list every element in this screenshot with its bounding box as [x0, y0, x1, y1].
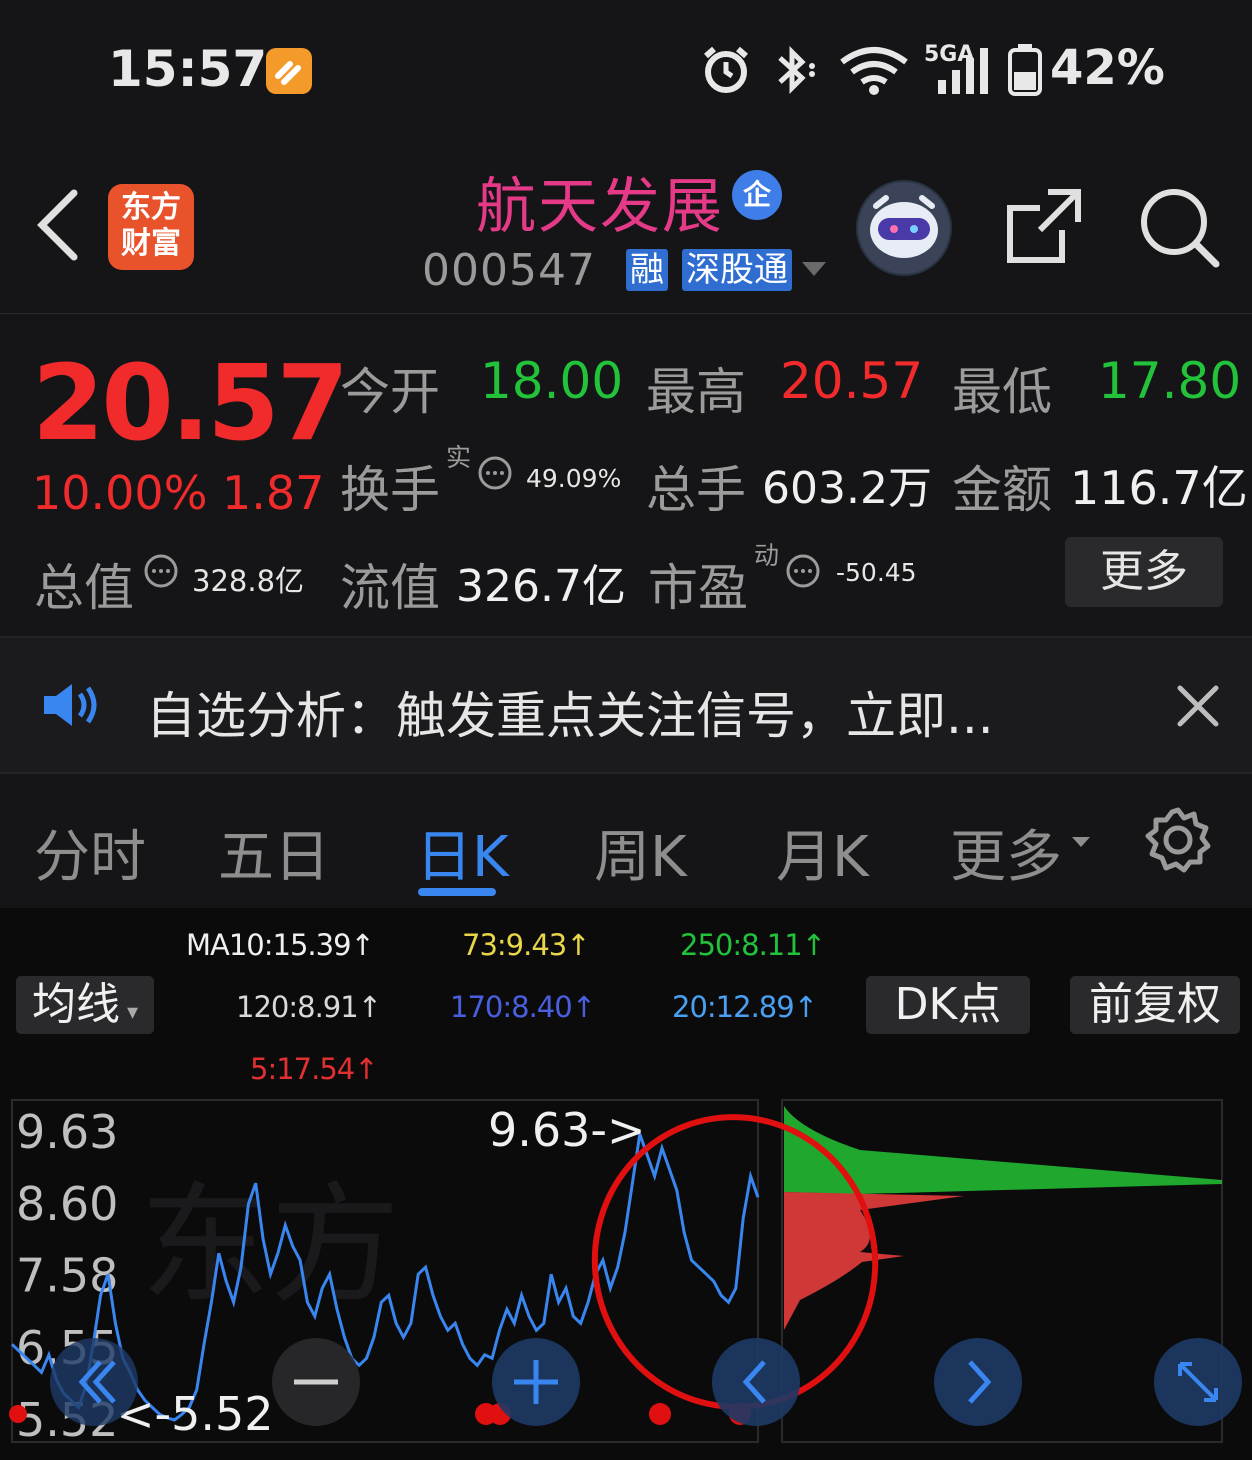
turnover-label: 换手: [340, 461, 440, 519]
share-icon[interactable]: [1004, 186, 1084, 266]
y-tick-label: 9.63: [16, 1105, 118, 1159]
bluetooth-icon: [772, 44, 820, 100]
gear-icon[interactable]: [1144, 806, 1212, 874]
max-annotation: 9.63->: [488, 1103, 646, 1157]
info-icon[interactable]: [478, 456, 512, 490]
scroll-right-button[interactable]: [934, 1338, 1022, 1426]
tab-five-day[interactable]: 五日: [218, 812, 330, 893]
y-tick-label: 8.60: [16, 1177, 118, 1231]
app-logo-line-2: 财富: [121, 226, 181, 261]
chevron-down-icon[interactable]: [800, 260, 828, 278]
change-amount: 1.87: [222, 466, 325, 520]
scroll-left-fast-button[interactable]: [50, 1338, 138, 1426]
app-logo[interactable]: 东方 财富: [108, 184, 194, 270]
dk-point-button[interactable]: DK点: [866, 976, 1030, 1034]
market-cap-value: 328.8亿: [192, 564, 305, 598]
tab-more[interactable]: 更多: [950, 812, 1062, 893]
event-marker: [9, 1405, 27, 1423]
change-percent: 10.00%: [32, 466, 208, 520]
pe-value: -50.45: [836, 558, 917, 587]
ma120-value: 120:8.91↑: [236, 990, 382, 1024]
back-arrow-icon[interactable]: [30, 185, 90, 265]
zoom-out-button[interactable]: [272, 1338, 360, 1426]
pe-sup: 动: [754, 541, 780, 570]
notice-text[interactable]: 自选分析：触发重点关注信号，立即...: [146, 676, 994, 748]
tab-monthly-k[interactable]: 月K: [776, 812, 869, 893]
ma170-value: 170:8.40↑: [450, 990, 596, 1024]
search-icon[interactable]: [1138, 186, 1220, 268]
event-marker: [649, 1403, 671, 1425]
caret-down-icon[interactable]: [1070, 834, 1092, 853]
stock-code: 000547: [422, 245, 596, 296]
notification-app-icon: [266, 48, 312, 94]
dk-point-label: DK点: [894, 979, 1002, 1030]
ma-selector-label: 均线: [31, 979, 120, 1030]
signal-icon: [936, 44, 990, 100]
pe-label: 市盈: [648, 559, 748, 617]
speaker-icon: [42, 682, 102, 728]
market-cap-label: 总值: [34, 559, 134, 617]
turnover-value: 49.09%: [526, 464, 622, 493]
tab-intraday[interactable]: 分时: [34, 812, 146, 893]
watermark: 东方: [140, 1169, 400, 1321]
adjust-mode-button[interactable]: 前复权: [1070, 976, 1240, 1034]
y-tick-label: 7.58: [16, 1249, 118, 1303]
alarm-icon: [700, 44, 752, 100]
volume-label: 总手: [646, 461, 746, 519]
ma250-value: 250:8.11↑: [680, 928, 826, 962]
close-icon[interactable]: [1176, 684, 1220, 728]
more-quote-button[interactable]: 更多: [1065, 537, 1223, 607]
ma20-value: 20:12.89↑: [672, 990, 818, 1024]
current-price: 20.57: [32, 342, 349, 464]
shenzhen-connect-tag: 深股通: [682, 249, 792, 291]
scroll-left-button[interactable]: [712, 1338, 800, 1426]
low-value: 17.80: [1098, 352, 1242, 410]
info-icon[interactable]: [144, 554, 178, 588]
ai-assistant-icon[interactable]: [856, 180, 952, 276]
enterprise-badge[interactable]: 企: [732, 170, 782, 220]
info-icon[interactable]: [786, 554, 820, 588]
battery-percent: 42%: [1050, 40, 1165, 96]
battery-icon: [1008, 44, 1042, 100]
turnover-sup: 实: [446, 443, 472, 472]
price-chart[interactable]: 东方 9.638.607.586.555.52 9.63-> <-5.52: [0, 1080, 1252, 1460]
min-annotation: <-5.52: [116, 1387, 274, 1441]
amount-label: 金额: [952, 461, 1052, 519]
active-tab-indicator: [418, 888, 496, 896]
tab-daily-k[interactable]: 日K: [416, 812, 509, 893]
divider: [0, 772, 1252, 774]
app-logo-line-1: 东方: [121, 190, 181, 225]
stock-name[interactable]: 航天发展: [476, 158, 724, 245]
volume-value: 603.2万: [762, 463, 932, 514]
ma10-value: MA10:15.39↑: [186, 928, 375, 962]
low-label: 最低: [952, 363, 1052, 421]
open-value: 18.00: [480, 352, 624, 410]
status-time: 15:57: [108, 40, 268, 98]
fullscreen-button[interactable]: [1154, 1338, 1242, 1426]
ma73-value: 73:9.43↑: [462, 928, 591, 962]
margin-tag: 融: [626, 249, 668, 291]
open-label: 今开: [340, 363, 440, 421]
wifi-icon: [838, 44, 910, 100]
float-cap-label: 流值: [340, 559, 440, 617]
high-label: 最高: [646, 363, 746, 421]
zoom-in-button[interactable]: [492, 1338, 580, 1426]
float-cap-value: 326.7亿: [456, 561, 626, 612]
high-value: 20.57: [780, 352, 924, 410]
adjust-mode-label: 前复权: [1089, 979, 1221, 1030]
ma-selector-button[interactable]: 均线 ▾: [16, 976, 154, 1034]
tab-weekly-k[interactable]: 周K: [594, 812, 687, 893]
amount-value: 116.7亿: [1070, 461, 1248, 515]
